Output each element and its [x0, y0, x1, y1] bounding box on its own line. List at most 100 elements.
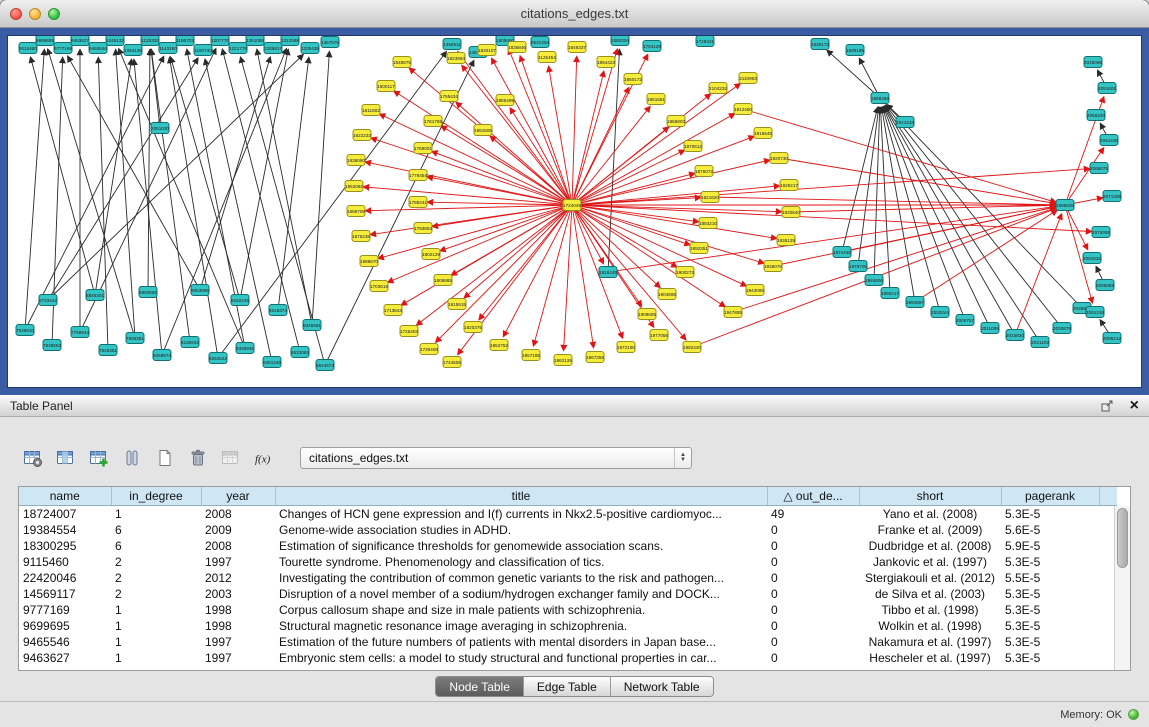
graph-node[interactable]: 1600117 — [377, 81, 395, 92]
graph-node[interactable]: 8733442 — [39, 295, 57, 306]
graph-node[interactable]: 1994897 — [906, 297, 924, 308]
table-row[interactable]: 1938455462009Genome-wide association stu… — [19, 522, 1117, 538]
graph-node[interactable]: 1788441 — [409, 197, 427, 208]
graph-node[interactable]: 2110993 — [739, 73, 757, 84]
graph-node[interactable]: 1778454 — [409, 170, 427, 181]
graph-node[interactable]: 8058874 — [153, 350, 171, 361]
graph-node[interactable]: 1808865 — [434, 275, 452, 286]
graph-node[interactable]: 7845351 — [99, 345, 117, 356]
graph-node[interactable]: 2104232 — [709, 83, 727, 94]
graph-node[interactable]: 1823964 — [447, 53, 465, 64]
graph-node[interactable]: 2015830 — [1006, 330, 1024, 341]
graph-node[interactable]: 1815615 — [448, 299, 466, 310]
graph-node[interactable]: 1915645 — [754, 128, 772, 139]
graph-node[interactable]: 1876072 — [695, 166, 713, 177]
graph-node[interactable]: 1982430 — [683, 342, 701, 353]
graph-node[interactable]: 1972190 — [617, 342, 635, 353]
graph-node[interactable]: 2000244 — [931, 307, 949, 318]
graph-node[interactable]: 2076399 — [1092, 227, 1110, 238]
tab-node-table[interactable]: Node Table — [436, 677, 524, 696]
column-header-pagerank[interactable]: pagerank — [1001, 487, 1099, 505]
graph-node[interactable]: 2030879 — [1053, 323, 1071, 334]
graph-node[interactable]: 1984606 — [865, 275, 883, 286]
graph-node[interactable]: 1821620 — [701, 192, 719, 203]
graph-node[interactable]: 1335436 — [301, 43, 319, 54]
graph-node[interactable]: 2045095 — [1084, 57, 1102, 68]
table-row[interactable]: 946362711997Embryonic stem cells: a mode… — [19, 650, 1117, 666]
graph-node[interactable]: 1892351 — [690, 243, 708, 254]
graph-node[interactable]: 8644673 — [316, 360, 334, 371]
graph-node[interactable]: 1839195 — [846, 45, 864, 56]
graph-node[interactable]: 1704128 — [643, 41, 661, 52]
graph-node[interactable]: 1883210 — [699, 218, 717, 229]
graph-node[interactable]: 1668709 — [347, 206, 365, 217]
column-header-name[interactable]: name — [19, 487, 111, 505]
graph-node[interactable]: 2041233 — [896, 117, 914, 128]
column-header-year[interactable]: year — [201, 487, 275, 505]
network-selector-dropdown[interactable]: citations_edges.txt▲▼ — [300, 447, 692, 469]
graph-node[interactable]: 1180740 — [194, 45, 212, 56]
table-settings-icon[interactable] — [22, 447, 44, 469]
delete-icon[interactable] — [187, 447, 209, 469]
graph-node[interactable]: 2051602 — [1098, 83, 1116, 94]
graph-node[interactable]: 8950565 — [139, 287, 157, 298]
graph-node[interactable]: 9345661 — [303, 320, 321, 331]
graph-node[interactable]: 1128330 — [141, 35, 159, 46]
graph-node[interactable]: 1046132 — [106, 35, 124, 46]
graph-node[interactable]: 8451349 — [263, 357, 281, 368]
citation-network-graph[interactable]: 1724049911546096996959777169946362794655… — [7, 35, 1142, 388]
table-row[interactable]: 946554611997Estimation of the future num… — [19, 634, 1117, 650]
graph-node[interactable]: 2096212 — [1103, 333, 1121, 344]
graph-node[interactable]: 2091318 — [1086, 307, 1104, 318]
column-header-short[interactable]: short — [859, 487, 1001, 505]
graph-node[interactable]: 1912450 — [734, 104, 752, 115]
close-window-button[interactable] — [10, 8, 22, 20]
graph-node[interactable]: 1820375 — [464, 322, 482, 333]
float-panel-icon[interactable] — [1096, 395, 1118, 417]
table-row[interactable]: 1456911722003Disruption of a novel membe… — [19, 586, 1117, 602]
graph-node[interactable]: 1611602 — [362, 105, 380, 116]
graph-node[interactable]: 8845301 — [86, 290, 104, 301]
function-icon[interactable]: f(x) — [253, 447, 275, 469]
graph-node[interactable]: 9053896 — [191, 285, 209, 296]
graph-node[interactable]: 1908605 — [638, 309, 656, 320]
tab-network-table[interactable]: Network Table — [611, 677, 713, 696]
network-canvas[interactable]: 1724049911546096996959777169946362794655… — [0, 28, 1149, 395]
graph-node[interactable]: 8136932 — [181, 337, 199, 348]
graph-node[interactable]: 1968489 — [871, 93, 889, 104]
graph-node[interactable]: 1861661 — [647, 94, 665, 105]
graph-node[interactable]: 1991505 — [474, 125, 492, 136]
tab-edge-table[interactable]: Edge Table — [524, 677, 611, 696]
column-header-title[interactable]: title — [275, 487, 767, 505]
graph-node[interactable]: 2081032 — [1083, 253, 1101, 264]
column-header-in_degree[interactable]: in_degree — [111, 487, 201, 505]
graph-node[interactable]: 8533093 — [291, 347, 309, 358]
graph-node[interactable]: 1261065 — [246, 35, 264, 46]
graph-node[interactable]: 1735408 — [420, 344, 438, 355]
table-row[interactable]: 911546021997Tourette syndrome. Phenomeno… — [19, 554, 1117, 570]
graph-node[interactable]: 1802129 — [422, 249, 440, 260]
graph-node[interactable]: 9465546 — [89, 43, 107, 54]
graph-node[interactable]: 1920730 — [770, 153, 788, 164]
graph-node[interactable]: 9463627 — [71, 35, 89, 46]
graph-node[interactable]: 1755434 — [440, 91, 458, 102]
graph-node[interactable]: 2085859 — [1096, 280, 1114, 291]
graph-node[interactable]: 2056330 — [1087, 110, 1105, 121]
table-scrollbar[interactable] — [1114, 506, 1130, 670]
graph-node[interactable]: 1724049 — [563, 200, 581, 211]
minimize-window-button[interactable] — [29, 8, 41, 20]
graph-node[interactable]: 1957185 — [522, 350, 540, 361]
column-header-out_de[interactable]: △ out_de... — [767, 487, 859, 505]
graph-node[interactable]: 1952752 — [490, 340, 508, 351]
graph-node[interactable]: 1143150 — [159, 43, 177, 54]
graph-node[interactable]: 9246374 — [269, 305, 287, 316]
graph-node[interactable]: 1962125 — [554, 355, 572, 366]
graph-node[interactable]: 2061430 — [1100, 135, 1118, 146]
graph-node[interactable]: 1744555 — [443, 357, 461, 368]
graph-node[interactable]: 9699695 — [36, 35, 54, 46]
scrollbar-thumb[interactable] — [1117, 508, 1128, 568]
graph-node[interactable]: 1846337 — [568, 42, 586, 53]
graph-node[interactable]: 1930540 — [782, 207, 800, 218]
graph-node[interactable]: 1830107 — [478, 45, 496, 56]
graph-node[interactable]: 2066075 — [1090, 163, 1108, 174]
